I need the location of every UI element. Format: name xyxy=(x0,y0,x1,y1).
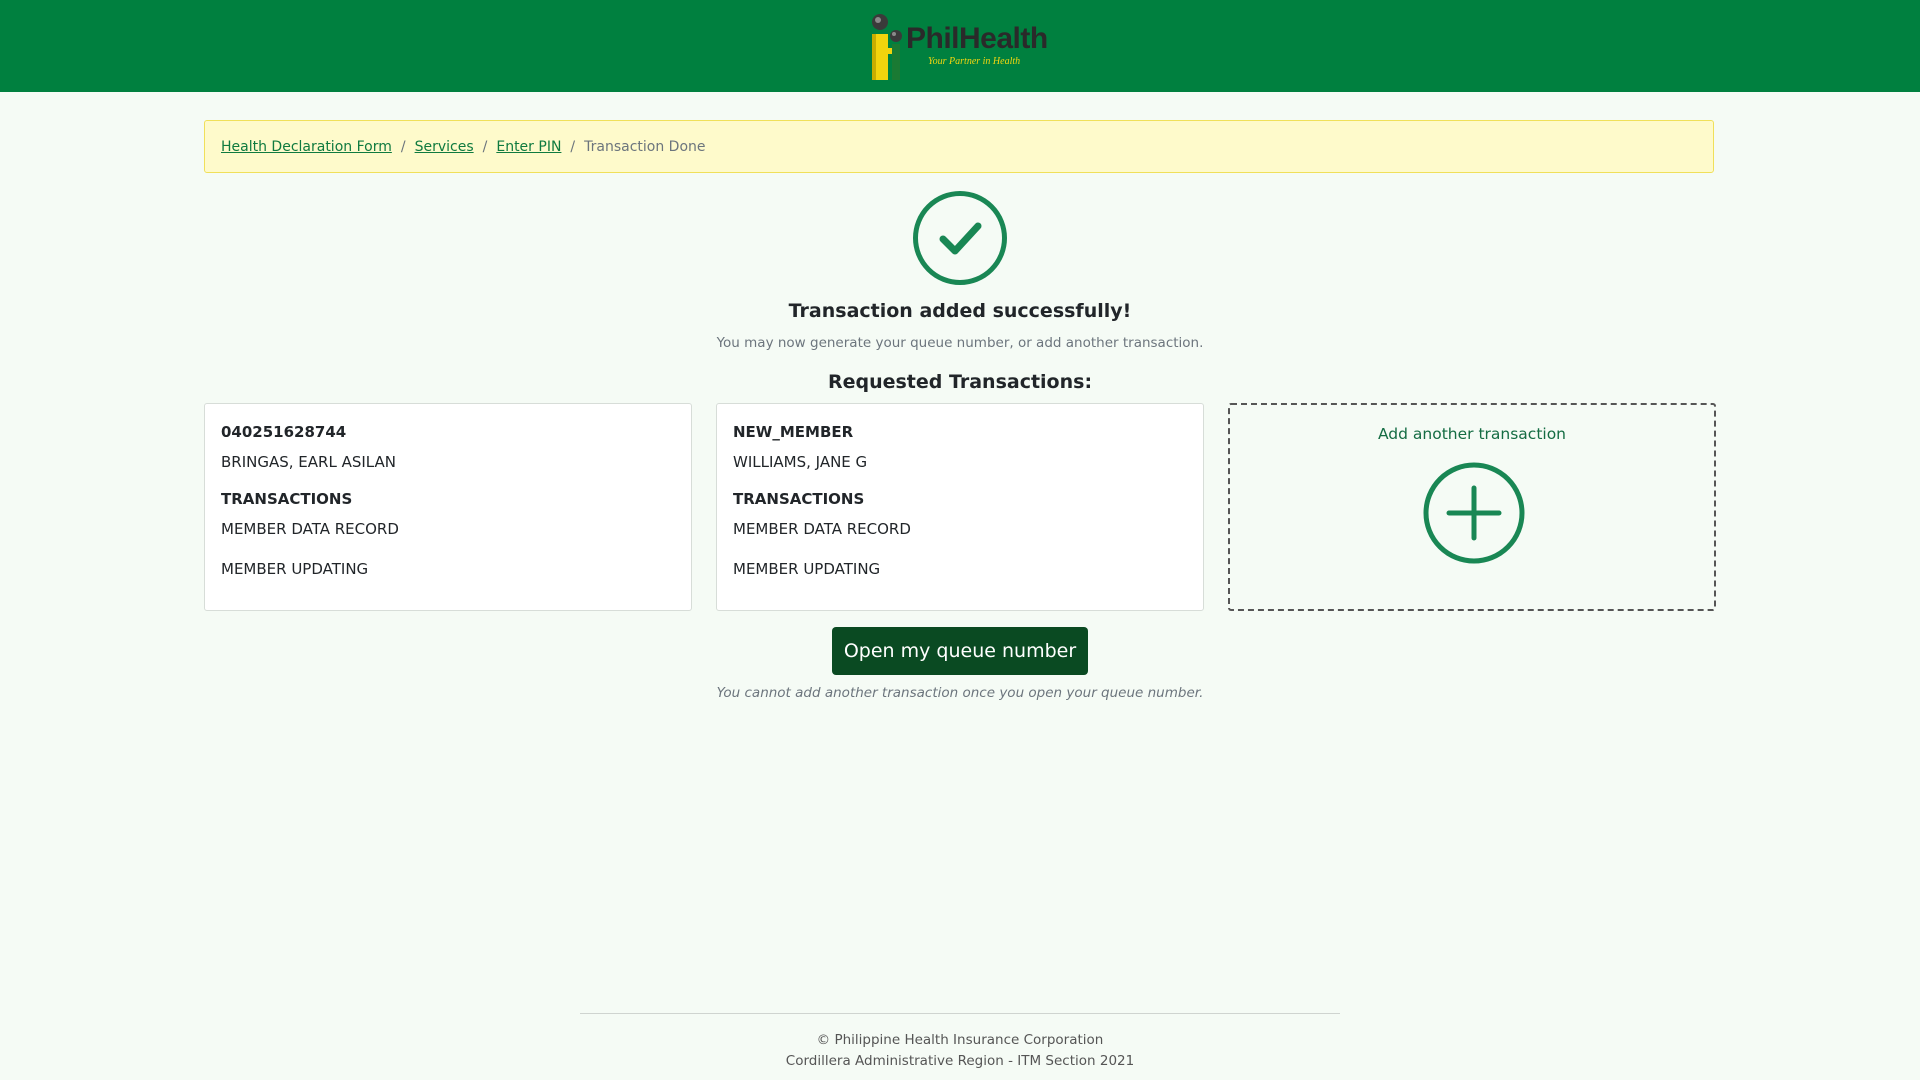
plus-circle-icon[interactable] xyxy=(1422,461,1526,565)
breadcrumb-separator: / xyxy=(400,138,406,155)
transaction-item: MEMBER UPDATING xyxy=(221,560,369,578)
breadcrumb-enter-pin[interactable]: Enter PIN xyxy=(496,139,561,155)
breadcrumb-separator: / xyxy=(482,138,488,155)
member-name: BRINGAS, EARL ASILAN xyxy=(221,453,396,471)
breadcrumb-transaction-done: Transaction Done xyxy=(584,138,706,155)
breadcrumb: Health Declaration Form / Services / Ent… xyxy=(204,120,1714,173)
transaction-item: MEMBER DATA RECORD xyxy=(733,520,911,538)
footer-copyright: © Philippine Health Insurance Corporatio… xyxy=(816,1032,1104,1048)
top-header: PhilHealth Your Partner in Health xyxy=(0,0,1920,92)
transaction-card: 040251628744 BRINGAS, EARL ASILAN TRANSA… xyxy=(204,403,692,611)
breadcrumb-health-declaration-form[interactable]: Health Declaration Form xyxy=(221,139,392,155)
transaction-item: MEMBER UPDATING xyxy=(733,560,881,578)
add-another-transaction-label[interactable]: Add another transaction xyxy=(1230,425,1714,443)
member-name: WILLIAMS, JANE G xyxy=(733,453,868,471)
transactions-heading: TRANSACTIONS xyxy=(221,490,353,508)
open-queue-number-button[interactable]: Open my queue number xyxy=(832,627,1088,675)
transaction-item: MEMBER DATA RECORD xyxy=(221,520,399,538)
requested-transactions-heading: Requested Transactions: xyxy=(827,371,1093,393)
success-title: Transaction added successfully! xyxy=(788,300,1132,322)
transactions-heading: TRANSACTIONS xyxy=(733,490,865,508)
breadcrumb-separator: / xyxy=(570,138,576,155)
check-circle-icon xyxy=(913,191,1007,285)
philhealth-logo[interactable]: PhilHealth Your Partner in Health xyxy=(868,10,1058,82)
member-pin: NEW_MEMBER xyxy=(733,423,854,441)
brand-wordmark: PhilHealth xyxy=(906,22,1048,55)
brand-tagline: Your Partner in Health xyxy=(928,56,1021,67)
breadcrumb-services[interactable]: Services xyxy=(415,139,474,155)
transaction-card: NEW_MEMBER WILLIAMS, JANE G TRANSACTIONS… xyxy=(716,403,1204,611)
success-subtitle: You may now generate your queue number, … xyxy=(716,335,1204,351)
footer-divider xyxy=(580,1013,1340,1014)
queue-warning-note: You cannot add another transaction once … xyxy=(716,685,1204,701)
footer-region: Cordillera Administrative Region - ITM S… xyxy=(785,1053,1135,1069)
add-another-transaction-card[interactable]: Add another transaction xyxy=(1228,403,1716,611)
member-pin: 040251628744 xyxy=(221,423,347,441)
